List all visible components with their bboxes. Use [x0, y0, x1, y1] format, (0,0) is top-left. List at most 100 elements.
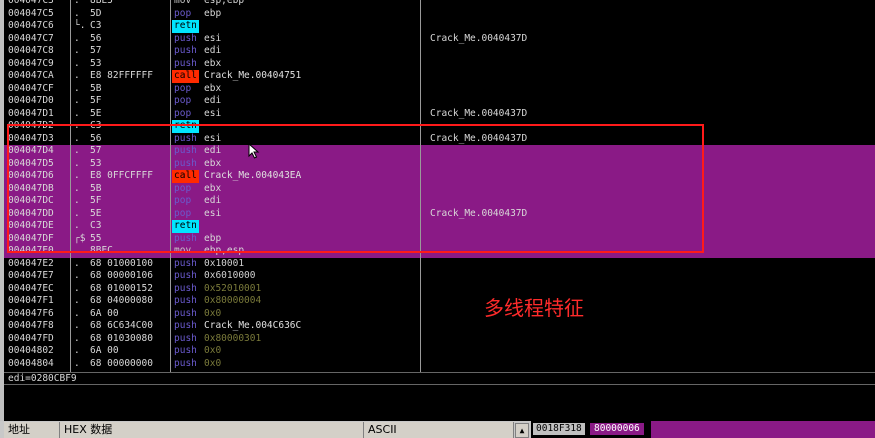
- disasm-row[interactable]: 004047F1. 68 04000080 push 0x80000004: [4, 295, 875, 308]
- disasm-row[interactable]: 004047C8. 57 push edi: [4, 45, 875, 58]
- instruction-address: 004047D4: [8, 145, 54, 156]
- instruction-operand: 0x6010000: [204, 270, 256, 281]
- dump-col-hex[interactable]: HEX 数据: [60, 422, 364, 438]
- branch-marker: .: [74, 107, 80, 119]
- stack-value[interactable]: 80000006: [590, 423, 644, 435]
- instruction-bytes: 53: [90, 157, 102, 169]
- branch-marker: .: [74, 195, 80, 206]
- branch-marker: .: [74, 132, 80, 144]
- branch-marker: .: [74, 295, 80, 306]
- instruction-operand: edi: [204, 145, 222, 156]
- disasm-row[interactable]: 004047F6. 6A 00 push 0x0: [4, 308, 875, 321]
- instruction-comment: Crack_Me.0040437D: [430, 132, 528, 144]
- instruction-mnemonic: mov: [174, 0, 192, 6]
- column-separator: [170, 0, 171, 372]
- instruction-mnemonic: pop: [174, 195, 192, 206]
- instruction-address: 004047DE: [8, 220, 54, 231]
- branch-marker: .: [74, 70, 80, 81]
- disasm-row[interactable]: 004047D1. 5E pop esi Crack_Me.0040437D: [4, 108, 875, 121]
- instruction-bytes: 68 00000106: [90, 270, 153, 281]
- disasm-row[interactable]: 004047D2. C3 retn: [4, 120, 875, 133]
- scroll-arrow-icon[interactable]: ▲: [515, 423, 529, 438]
- instruction-mnemonic: push: [174, 320, 197, 331]
- disasm-row[interactable]: 004047E7. 68 00000106 push 0x6010000: [4, 270, 875, 283]
- dump-col-ascii[interactable]: ASCII: [364, 422, 514, 438]
- instruction-operand: ebx: [204, 82, 222, 94]
- instruction-bytes: 8BEC: [90, 245, 113, 256]
- disasm-row[interactable]: 004047DD. 5E pop esi Crack_Me.0040437D: [4, 207, 875, 220]
- branch-marker: .: [74, 220, 80, 231]
- disassembly-pane[interactable]: 00404804. 68 00000000 push 0x0 00404802. 6A 0…: [4, 0, 875, 372]
- instruction-operand: 0x80000004: [204, 295, 262, 306]
- disasm-row[interactable]: 00404802. 6A 00 push 0x0: [4, 345, 875, 358]
- disasm-row[interactable]: 004047D0. 5F pop edi: [4, 95, 875, 108]
- disasm-row[interactable]: 004047CF. 5B pop ebx: [4, 83, 875, 96]
- instruction-bytes: 6A 00: [90, 307, 119, 319]
- instruction-address: 004047E0: [8, 245, 54, 256]
- instruction-bytes: 57: [90, 145, 102, 156]
- disasm-row[interactable]: 004047DB. 5B pop ebx: [4, 182, 875, 195]
- instruction-mnemonic: pop: [174, 82, 192, 94]
- instruction-mnemonic: mov: [174, 245, 192, 256]
- disasm-row[interactable]: 004047D6. E8 0FFCFFFF call Crack_Me.004043E…: [4, 170, 875, 183]
- instruction-mnemonic: push: [174, 145, 197, 156]
- instruction-mnemonic: push: [174, 57, 197, 69]
- disasm-row[interactable]: 004047DC. 5F pop edi: [4, 195, 875, 208]
- instruction-address: 004047CF: [8, 82, 54, 94]
- disasm-row[interactable]: 004047DF ┌$ 55 push ebp: [4, 232, 875, 245]
- instruction-operand: esi: [204, 207, 222, 219]
- instruction-operand: esi: [204, 132, 222, 144]
- disasm-row[interactable]: 004047E0. 8BEC mov ebp,esp: [4, 245, 875, 258]
- instruction-address: 004047C8: [8, 45, 54, 56]
- disasm-row[interactable]: 004047C5. 5D pop ebp: [4, 8, 875, 21]
- instruction-bytes: 55: [90, 232, 102, 244]
- instruction-address: 004047DC: [8, 195, 54, 206]
- arrow-cursor-icon: [248, 143, 260, 159]
- instruction-mnemonic: pop: [174, 107, 192, 119]
- disasm-row[interactable]: 004047FD. 68 01030080 push 0x80000301: [4, 333, 875, 346]
- branch-marker: .: [74, 82, 80, 94]
- instruction-address: 004047CA: [8, 70, 54, 81]
- disasm-row[interactable]: 004047CA. E8 82FFFFFF call Crack_Me.0040475…: [4, 70, 875, 83]
- instruction-address: 004047EC: [8, 282, 54, 294]
- instruction-mnemonic: pop: [174, 207, 192, 219]
- disasm-row[interactable]: 004047C6 └. C3 retn: [4, 20, 875, 33]
- instruction-mnemonic: push: [174, 357, 197, 369]
- instruction-mnemonic: push: [174, 332, 197, 344]
- dump-col-address[interactable]: 地址: [4, 422, 60, 438]
- instruction-mnemonic: call: [172, 70, 199, 83]
- instruction-address: 004047D1: [8, 107, 54, 119]
- disasm-row[interactable]: 004047D3. 56 push esi Crack_Me.0040437D: [4, 133, 875, 146]
- disasm-row[interactable]: 004047D4. 57 push edi: [4, 145, 875, 158]
- instruction-address: 004047C3: [8, 0, 54, 6]
- disasm-row[interactable]: 004047DE. C3 retn: [4, 220, 875, 233]
- instruction-mnemonic: push: [174, 295, 197, 306]
- instruction-comment: Crack_Me.0040437D: [430, 32, 528, 44]
- instruction-operand: ebx: [204, 157, 222, 169]
- instruction-operand: ebp: [204, 7, 222, 19]
- instruction-mnemonic: push: [174, 257, 197, 269]
- disasm-row[interactable]: 004047EC. 68 01000152 push 0x52010001: [4, 283, 875, 296]
- disasm-row[interactable]: 00404804. 68 00000000 push 0x0: [4, 358, 875, 371]
- instruction-mnemonic: push: [174, 270, 197, 281]
- instruction-bytes: C3: [90, 220, 102, 231]
- stack-address[interactable]: 0018F318: [533, 423, 585, 435]
- disasm-row[interactable]: 004047F8. 68 6C634C00 push Crack_Me.004C636…: [4, 320, 875, 333]
- instruction-mnemonic: push: [174, 157, 197, 169]
- disasm-row[interactable]: 004047C3. 8BE5 mov esp,ebp: [4, 0, 875, 8]
- instruction-mnemonic: pop: [174, 95, 192, 106]
- branch-marker: .: [74, 345, 80, 356]
- disasm-row[interactable]: 004047C7. 56 push esi Crack_Me.0040437D: [4, 33, 875, 46]
- instruction-mnemonic: push: [174, 307, 197, 319]
- branch-marker: ┌$: [74, 232, 86, 244]
- disasm-row[interactable]: 004047D5. 53 push ebx: [4, 157, 875, 170]
- disasm-row[interactable]: 004047E2. 68 01000100 push 0x10001: [4, 258, 875, 271]
- disasm-row[interactable]: 004047C9. 53 push ebx: [4, 58, 875, 71]
- instruction-operand: 0x0: [204, 345, 222, 356]
- instruction-operand: edi: [204, 195, 222, 206]
- instruction-operand: 0x52010001: [204, 282, 262, 294]
- instruction-bytes: 5B: [90, 82, 102, 94]
- instruction-address: 004047E7: [8, 270, 54, 281]
- instruction-operand: edi: [204, 45, 222, 56]
- instruction-operand: Crack_Me.004043EA: [204, 170, 302, 181]
